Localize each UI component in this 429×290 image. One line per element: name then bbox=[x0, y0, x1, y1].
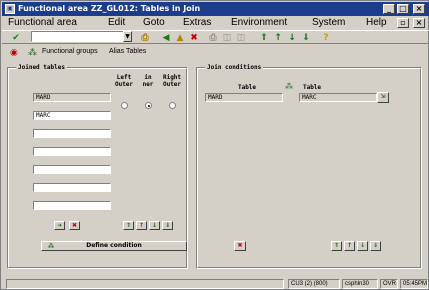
sap-window-icon[interactable]: ▣ bbox=[5, 4, 15, 14]
close-button[interactable]: × bbox=[413, 4, 425, 14]
last-page-button[interactable]: ⇓ bbox=[162, 221, 173, 230]
insert-mode[interactable]: OVR bbox=[380, 279, 398, 289]
server-info: csphln30 bbox=[342, 279, 378, 289]
menu-bar: Functional area Edit Goto Extras Environ… bbox=[2, 16, 429, 30]
back-arrow-icon[interactable]: ◀ bbox=[160, 32, 172, 44]
joined-table-field[interactable] bbox=[33, 147, 111, 156]
right-outer-radio[interactable] bbox=[169, 102, 176, 109]
menu-extras[interactable]: Extras bbox=[183, 16, 211, 30]
condition-detail-button[interactable]: ⇲ bbox=[377, 92, 389, 103]
status-message-area bbox=[6, 279, 284, 289]
delete-table-button[interactable]: ✖ bbox=[69, 221, 80, 230]
status-bar: CU3 (2) (800) csphln30 OVR 05:45PM bbox=[2, 278, 429, 290]
first-page-button[interactable]: ⇑ bbox=[123, 221, 134, 230]
last-page-icon[interactable]: ⇓ bbox=[300, 32, 312, 44]
maximize-button[interactable]: □ bbox=[397, 4, 409, 14]
close-doc-button[interactable]: × bbox=[413, 18, 425, 28]
enter-check-icon[interactable]: ✔ bbox=[10, 32, 22, 44]
window-title: Functional area ZZ_GL012: Tables in Join bbox=[18, 4, 201, 13]
last-page-button[interactable]: ⇓ bbox=[370, 241, 381, 251]
application-toolbar: ◉ ⁂ Functional groups Alias Tables bbox=[2, 45, 429, 59]
command-field[interactable] bbox=[31, 31, 131, 42]
system-info[interactable]: CU3 (2) (800) bbox=[288, 279, 340, 289]
alias-tables-button[interactable]: Alias Tables bbox=[109, 45, 146, 59]
delete-condition-button[interactable]: ✖ bbox=[234, 241, 246, 251]
left-outer-header: Left Outer bbox=[114, 74, 134, 88]
title-bar: ▣ Functional area ZZ_GL012: Tables in Jo… bbox=[2, 2, 429, 16]
sap-window: ▣ Functional area ZZ_GL012: Tables in Jo… bbox=[0, 0, 429, 290]
first-page-button[interactable]: ⇑ bbox=[331, 241, 342, 251]
table-left-header: Table bbox=[237, 84, 257, 91]
command-field-dropdown[interactable]: ▼ bbox=[123, 31, 132, 42]
menu-functional-area[interactable]: Functional area bbox=[8, 16, 77, 30]
joined-table-field[interactable]: MARC bbox=[33, 111, 111, 120]
define-condition-label: Define condition bbox=[86, 242, 142, 249]
inner-join-radio[interactable] bbox=[145, 102, 152, 109]
left-outer-radio[interactable] bbox=[121, 102, 128, 109]
joined-tables-title: Joined tables bbox=[16, 64, 67, 72]
inner-header: in ner bbox=[142, 74, 154, 88]
menu-help[interactable]: Help bbox=[366, 16, 387, 30]
restore-doc-button[interactable]: ▫ bbox=[397, 18, 409, 28]
next-page-icon[interactable]: ↓ bbox=[286, 32, 298, 44]
define-condition-button[interactable]: ⁂ Define condition bbox=[41, 241, 187, 251]
table-right-header: Table bbox=[302, 84, 322, 91]
menu-edit[interactable]: Edit bbox=[108, 16, 125, 30]
joined-table-field[interactable] bbox=[33, 183, 111, 192]
minimize-button[interactable]: _ bbox=[383, 4, 395, 14]
insert-table-button[interactable]: ➜ bbox=[54, 221, 65, 230]
right-outer-header: Right Outer bbox=[162, 74, 182, 88]
previous-page-icon[interactable]: ↑ bbox=[272, 32, 284, 44]
join-conditions-title: Join conditions bbox=[205, 64, 264, 72]
clock: 05:45PM bbox=[400, 279, 428, 289]
joined-table-field[interactable] bbox=[33, 201, 111, 210]
find-icon[interactable]: ◫ bbox=[221, 32, 233, 44]
print-icon[interactable]: ⎙ bbox=[207, 32, 219, 44]
menu-system[interactable]: System bbox=[312, 16, 345, 30]
join-conditions-panel: Join conditions Table ⁂ Table MARD MARC … bbox=[196, 64, 422, 269]
help-icon[interactable]: ? bbox=[320, 32, 332, 44]
cancel-x-icon[interactable]: ✖ bbox=[188, 32, 200, 44]
first-page-icon[interactable]: ⇑ bbox=[258, 32, 270, 44]
save-icon[interactable]: ⎙ bbox=[139, 32, 151, 44]
next-page-button[interactable]: ↓ bbox=[357, 241, 368, 251]
menu-goto[interactable]: Goto bbox=[143, 16, 165, 30]
other-object-icon[interactable]: ◉ bbox=[10, 45, 18, 59]
condition-left-table: MARD bbox=[205, 93, 283, 102]
condition-header-icon: ⁂ bbox=[285, 82, 293, 91]
exit-up-arrow-icon[interactable]: ▲ bbox=[174, 32, 186, 44]
next-page-button[interactable]: ↓ bbox=[149, 221, 160, 230]
menu-environment[interactable]: Environment bbox=[231, 16, 287, 30]
joined-table-field[interactable] bbox=[33, 165, 111, 174]
joined-table-field[interactable] bbox=[33, 129, 111, 138]
joined-table-field: MARD bbox=[33, 93, 111, 102]
find-next-icon[interactable]: ◫ bbox=[235, 32, 247, 44]
functional-groups-button[interactable]: Functional groups bbox=[42, 45, 98, 59]
condition-right-table: MARC bbox=[299, 93, 377, 102]
previous-page-button[interactable]: ↑ bbox=[136, 221, 147, 230]
condition-icon: ⁂ bbox=[48, 243, 55, 250]
functional-groups-icon[interactable]: ⁂ bbox=[28, 45, 37, 59]
previous-page-button[interactable]: ↑ bbox=[344, 241, 355, 251]
joined-tables-panel: Joined tables Left Outer in ner Right Ou… bbox=[7, 64, 188, 269]
